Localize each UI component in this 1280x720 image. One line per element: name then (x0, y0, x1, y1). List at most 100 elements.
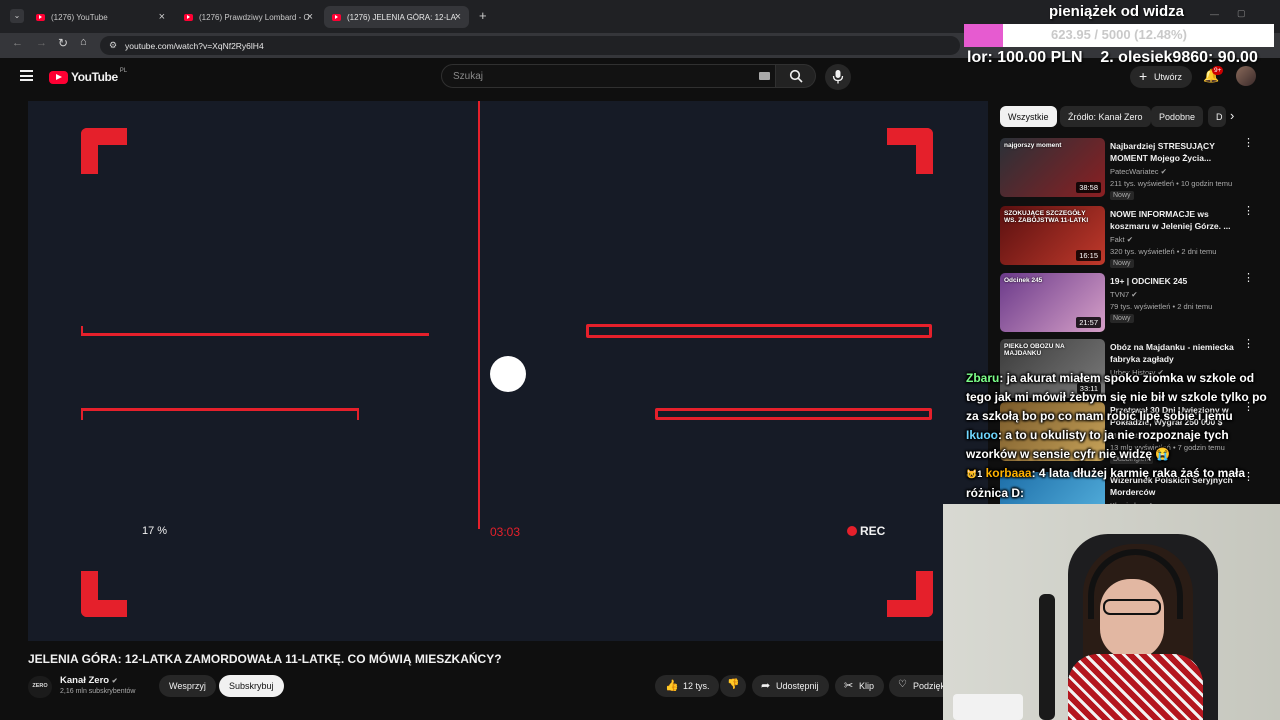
recommended-video[interactable]: Odcinek 245 21:57 19+ | ODCINEK 245 TVN7 ✔ 7… (1000, 273, 1270, 337)
video-thumbnail[interactable]: Odcinek 245 21:57 (1000, 273, 1105, 332)
rec-indicator-dot (847, 526, 857, 536)
channel-name[interactable]: Kanał Zero ✔ (60, 675, 118, 686)
video-title[interactable]: 19+ | ODCINEK 245 (1110, 275, 1238, 287)
chat-username: Ikuoo (966, 428, 998, 442)
verified-icon: ✔ (1131, 290, 1138, 299)
tab-close-icon[interactable]: × (455, 11, 461, 23)
site-info-icon[interactable]: ⚙ (109, 40, 117, 51)
tab-title: (1276) Prawdziwy Lombard - O (199, 12, 309, 22)
dislike-button[interactable]: 👎 (720, 675, 746, 697)
search-icon (789, 69, 803, 83)
frame-corner-top-right (887, 128, 933, 174)
sweater (1068, 654, 1203, 720)
white-dot (490, 356, 526, 392)
subscribe-button[interactable]: Subskrybuj (219, 675, 284, 697)
video-thumbnail[interactable]: SZOKUJĄCE SZCZEGÓŁY WS. ZABÓJSTWA 11-LAT… (1000, 206, 1105, 265)
search-button[interactable] (776, 64, 816, 88)
share-button[interactable]: ➦ Udostępnij (752, 675, 829, 697)
webcam-overlay (943, 504, 1280, 720)
tab-3[interactable]: (1276) JELENIA GÓRA: 12-LATK × (324, 6, 469, 28)
more-options-icon[interactable]: ⋮ (1243, 206, 1254, 217)
clip-button[interactable]: ✂ Klip (835, 675, 885, 697)
like-button[interactable]: 👍 12 tys. (655, 675, 719, 697)
channel-name[interactable]: TVN7 ✔ (1110, 290, 1138, 299)
verified-icon: ✔ (1160, 167, 1167, 176)
search-input[interactable]: Szukaj (441, 64, 776, 88)
donation-ticker: lor: 100.00 PLN 2. olesiek9860: 90.00 (967, 49, 1258, 66)
reload-icon[interactable]: ↻ (58, 36, 68, 50)
video-meta: 79 tys. wyświetleń • 2 dni temu (1110, 302, 1213, 311)
video-duration: 38:58 (1076, 182, 1101, 193)
tab-list-dropdown-icon[interactable]: ⌄ (10, 9, 24, 23)
video-title[interactable]: Obóz na Majdanku - niemiecka fabryka zag… (1110, 341, 1238, 365)
scissors-icon: ✂ (844, 680, 854, 692)
home-icon[interactable]: ⌂ (80, 36, 87, 48)
tab-close-icon[interactable]: × (307, 11, 313, 23)
youtube-favicon-icon (184, 13, 193, 21)
tab-title: (1276) YouTube (51, 12, 108, 22)
more-options-icon[interactable]: ⋮ (1243, 138, 1254, 149)
video-duration: 16:15 (1076, 250, 1101, 261)
youtube-play-icon (49, 70, 68, 84)
hamburger-menu-icon[interactable] (20, 70, 33, 81)
chip-1[interactable]: Wszystkie (1000, 106, 1057, 127)
donation-progress-track: 623.95 / 5000 (12.48%) (964, 24, 1274, 47)
time-readout: 03:03 (490, 525, 521, 539)
frame-corner-top-left (81, 128, 127, 174)
chat-username: Zbaru (966, 371, 1000, 385)
recommended-video[interactable]: najgorszy moment 38:58 Najbardziej STRESUJ… (1000, 138, 1270, 202)
percent-readout: 17 % (142, 525, 168, 537)
youtube-logo[interactable]: YouTube PL (49, 68, 128, 85)
youtube-favicon-icon (36, 13, 45, 21)
right-lower-bar (655, 408, 932, 420)
more-options-icon[interactable]: ⋮ (1243, 339, 1254, 350)
video-title[interactable]: Najbardziej STRESUJĄCY MOMENT Mojego Życ… (1110, 140, 1238, 164)
region-code: PL (119, 68, 128, 74)
new-badge: Nowy (1110, 259, 1134, 268)
video-title: JELENIA GÓRA: 12-LATKA ZAMORDOWAŁA 11-LA… (28, 652, 502, 666)
video-title[interactable]: NOWE INFORMACJE ws koszmaru w Jeleniej G… (1110, 208, 1238, 232)
chips-next-chevron-icon[interactable]: › (1230, 108, 1234, 123)
keyboard-icon[interactable] (759, 72, 770, 80)
chip-4[interactable]: D (1208, 106, 1226, 127)
right-upper-bar (586, 324, 932, 338)
chip-2[interactable]: Źródło: Kanał Zero (1060, 106, 1151, 127)
more-options-icon[interactable]: ⋮ (1243, 273, 1254, 284)
verified-icon: ✔ (111, 678, 118, 685)
tab-title: (1276) JELENIA GÓRA: 12-LATK (347, 12, 457, 22)
video-player[interactable]: 17 % 03:03 REC (28, 101, 988, 641)
tab-close-icon[interactable]: × (159, 11, 165, 23)
create-label: Utwórz (1154, 72, 1183, 82)
chip-3[interactable]: Podobne (1151, 106, 1204, 127)
thumbnail-caption: najgorszy moment (1004, 142, 1062, 149)
verified-icon: ✔ (1126, 235, 1133, 244)
support-button[interactable]: Wesprzyj (159, 675, 216, 697)
chat-message: Ikuoo: a to u okulisty to ja nie rozpozn… (966, 426, 1280, 464)
address-field[interactable]: ⚙ youtube.com/watch?v=XqNf2Ry6lH4 (100, 36, 960, 55)
chat-overlay: Zbaru: ja akurat miałem spoko ziomka w s… (966, 369, 1280, 505)
donation-title: pieniążek od widza (1049, 3, 1185, 20)
channel-name[interactable]: PatecWariatec ✔ (1110, 167, 1167, 176)
recommended-video[interactable]: SZOKUJĄCE SZCZEGÓŁY WS. ZABÓJSTWA 11-LAT… (1000, 206, 1270, 270)
video-thumbnail[interactable]: najgorszy moment 38:58 (1000, 138, 1105, 197)
new-tab-plus-icon[interactable]: + (479, 8, 487, 23)
tab-2[interactable]: (1276) Prawdziwy Lombard - O × (176, 6, 321, 28)
left-upper-bar (81, 326, 429, 336)
forward-arrow-icon[interactable]: → (36, 37, 47, 49)
video-meta: 211 tys. wyświetleń • 10 godzin temu (1110, 179, 1233, 188)
thanks-button[interactable]: ♡ Podzięk (889, 675, 949, 697)
thumbnail-caption: SZOKUJĄCE SZCZEGÓŁY WS. ZABÓJSTWA 11-LAT… (1004, 210, 1089, 224)
frame-corner-bottom-left (81, 571, 127, 617)
rec-label: REC (860, 524, 886, 538)
new-badge: Nowy (1110, 314, 1134, 323)
channel-avatar[interactable]: ZERO (28, 676, 52, 698)
channel-name[interactable]: Fakt ✔ (1110, 235, 1133, 244)
center-vertical-line (478, 101, 480, 529)
channel-logo-text: ZERO (32, 683, 48, 689)
back-arrow-icon[interactable]: ← (12, 37, 23, 49)
tab-1[interactable]: (1276) YouTube × (28, 6, 173, 28)
microphone-icon (832, 70, 844, 84)
voice-search-button[interactable] (825, 64, 851, 90)
thumbnail-caption: Odcinek 245 (1004, 277, 1043, 284)
chat-message: 😺1 korbaaa: 4 lata dłużej karmię raka ża… (966, 464, 1280, 503)
